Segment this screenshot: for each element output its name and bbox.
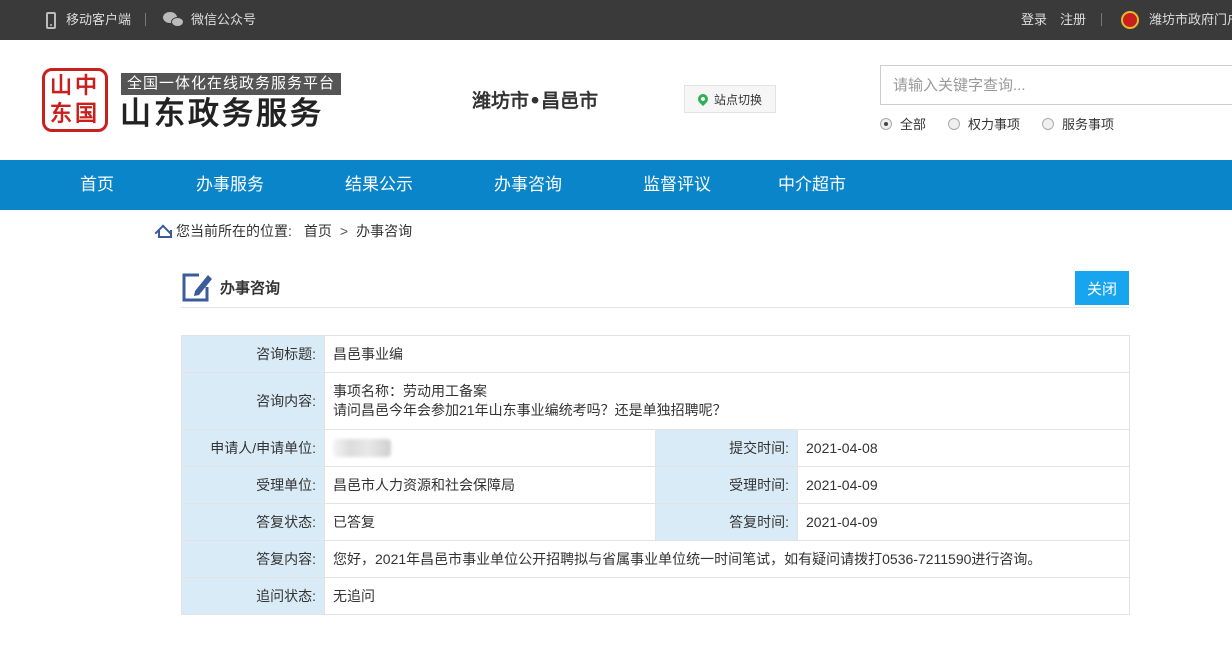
close-button[interactable]: 关闭: [1075, 271, 1129, 305]
brand-title[interactable]: 山东政务服务: [120, 96, 324, 132]
table-row: 咨询标题: 昌邑事业编: [181, 335, 1130, 373]
follow-status-value: 无追问: [324, 577, 1130, 615]
platform-slogan: 全国一体化在线政务服务平台: [121, 73, 342, 95]
site-header: 中 国 山 东 全国一体化在线政务服务平台 山东政务服务 潍坊市•昌邑市 站点切…: [0, 40, 1232, 160]
phone-icon: [46, 11, 56, 29]
breadcrumb-separator: >: [339, 223, 349, 239]
portal-label: 潍坊市政府门户: [1149, 12, 1232, 27]
dept-value: 昌邑市人力资源和社会保障局: [324, 466, 656, 504]
breadcrumb-prefix: 您当前所在的位置:: [176, 223, 292, 239]
mobile-client-label: 移动客户端: [66, 12, 132, 27]
submit-time-label: 提交时间:: [655, 429, 798, 467]
login-link[interactable]: 登录: [1021, 0, 1047, 40]
scope-radio-service[interactable]: 服务事项: [1042, 114, 1114, 133]
scope-label: 服务事项: [1062, 117, 1115, 132]
reply-time-label: 答复时间:: [655, 503, 798, 541]
content-label: 咨询内容:: [181, 372, 325, 430]
redacted-applicant: [333, 439, 391, 458]
panel-title: 办事咨询: [220, 280, 281, 297]
follow-status-label: 追问状态:: [181, 577, 325, 615]
seal-logo[interactable]: 中 国 山 东: [42, 68, 108, 132]
mobile-client-link[interactable]: 移动客户端: [46, 0, 131, 40]
breadcrumb-current: 办事咨询: [356, 223, 413, 239]
nav-consult[interactable]: 办事咨询: [494, 160, 562, 210]
reply-status-value: 已答复: [324, 503, 656, 541]
table-row: 受理单位: 昌邑市人力资源和社会保障局 受理时间: 2021-04-09: [181, 466, 1130, 504]
panel-header: 办事咨询 关闭: [181, 268, 1129, 308]
nav-results[interactable]: 结果公示: [345, 160, 413, 210]
scope-label: 权力事项: [968, 117, 1021, 132]
home-icon: [156, 225, 172, 238]
nav-services[interactable]: 办事服务: [196, 160, 264, 210]
table-row: 追问状态: 无追问: [181, 577, 1130, 615]
wechat-link[interactable]: 微信公众号: [163, 0, 256, 40]
seal-char: 东: [50, 101, 73, 127]
divider: [145, 13, 146, 26]
table-row: 答复状态: 已答复 答复时间: 2021-04-09: [181, 503, 1130, 541]
nav-home[interactable]: 首页: [80, 160, 114, 210]
reply-content-label: 答复内容:: [181, 540, 325, 578]
scope-label: 全部: [900, 117, 927, 132]
nav-agency-market[interactable]: 中介超市: [778, 160, 846, 210]
main-nav: 首页 办事服务 结果公示 办事咨询 监督评议 中介超市: [0, 160, 1232, 210]
register-link[interactable]: 注册: [1060, 0, 1086, 40]
breadcrumb: 您当前所在的位置: 首页 > 办事咨询: [156, 220, 412, 242]
reply-content-value: 您好，2021年昌邑市事业单位公开招聘拟与省属事业单位统一时间笔试，如有疑问请拨…: [324, 540, 1130, 578]
content-line: 事项名称：劳动用工备案: [333, 383, 487, 399]
title-label: 咨询标题:: [181, 335, 325, 373]
dept-label: 受理单位:: [181, 466, 325, 504]
portal-link[interactable]: 潍坊市政府门户: [1121, 0, 1232, 40]
search-scope: 全部 权力事项 服务事项: [880, 114, 1136, 133]
seal-char: 中: [75, 73, 98, 99]
nav-supervision[interactable]: 监督评议: [643, 160, 711, 210]
top-bar: 移动客户端 微信公众号 登录 注册 潍坊市政府门户: [0, 0, 1232, 40]
radio-dot: [880, 117, 892, 130]
divider: [1101, 13, 1102, 26]
table-row: 申请人/申请单位: 提交时间: 2021-04-08: [181, 429, 1130, 467]
consult-detail-table: 咨询标题: 昌邑事业编 咨询内容: 事项名称：劳动用工备案 请问昌邑今年会参加2…: [181, 335, 1130, 615]
title-value: 昌邑事业编: [324, 335, 1130, 373]
site-switch-button[interactable]: 站点切换: [684, 85, 776, 113]
accept-time-value: 2021-04-09: [797, 466, 1130, 504]
breadcrumb-home[interactable]: 首页: [304, 221, 332, 241]
content-value: 事项名称：劳动用工备案 请问昌邑今年会参加21年山东事业编统考吗？还是单独招聘呢…: [324, 372, 1130, 430]
table-row: 答复内容: 您好，2021年昌邑市事业单位公开招聘拟与省属事业单位统一时间笔试，…: [181, 540, 1130, 578]
scope-radio-power[interactable]: 权力事项: [948, 114, 1020, 133]
table-row: 咨询内容: 事项名称：劳动用工备案 请问昌邑今年会参加21年山东事业编统考吗？还…: [181, 372, 1130, 430]
reply-time-value: 2021-04-09: [797, 503, 1130, 541]
reply-status-label: 答复状态:: [181, 503, 325, 541]
seal-char: 国: [75, 101, 98, 127]
content-line: 请问昌邑今年会参加21年山东事业编统考吗？还是单独招聘呢？: [333, 402, 727, 418]
seal-char: 山: [50, 73, 73, 99]
site-switch-label: 站点切换: [713, 92, 762, 107]
search-input[interactable]: [880, 65, 1232, 105]
current-city: 潍坊市•昌邑市: [472, 90, 599, 112]
radio-dot: [1042, 117, 1055, 130]
national-emblem-icon: [1121, 11, 1139, 29]
edit-icon: [182, 273, 212, 302]
applicant-value: [324, 429, 656, 467]
applicant-label: 申请人/申请单位:: [181, 429, 325, 467]
scope-radio-all[interactable]: 全部: [880, 114, 926, 133]
location-pin-icon: [695, 91, 711, 107]
radio-dot: [948, 117, 961, 130]
wechat-icon: [163, 11, 185, 29]
submit-time-value: 2021-04-08: [797, 429, 1130, 467]
wechat-label: 微信公众号: [191, 12, 257, 27]
accept-time-label: 受理时间:: [655, 466, 798, 504]
